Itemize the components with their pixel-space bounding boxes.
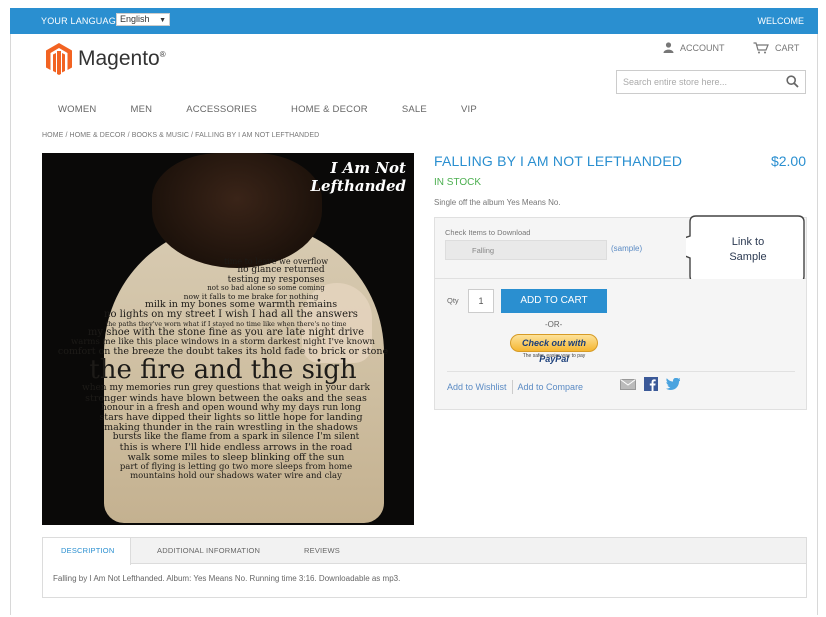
product-info-tabs: DESCRIPTION ADDITIONAL INFORMATION REVIE…	[42, 537, 807, 598]
tab-reviews[interactable]: REVIEWS	[304, 538, 340, 564]
nav-item-accessories[interactable]: ACCESSORIES	[186, 104, 257, 115]
chevron-down-icon: ▼	[159, 17, 166, 24]
add-to-cart-button[interactable]: ADD TO CART	[501, 289, 607, 313]
tab-bar: DESCRIPTION ADDITIONAL INFORMATION REVIE…	[43, 538, 806, 565]
search-icon[interactable]	[786, 75, 799, 88]
cart-label: CART	[775, 43, 800, 53]
lyric-line: the fire and the sigh	[89, 355, 357, 386]
account-link[interactable]: ACCOUNT	[663, 42, 725, 53]
description-text: Falling by I Am Not Lefthanded. Album: Y…	[53, 574, 401, 583]
facebook-icon[interactable]	[644, 377, 658, 391]
account-label: ACCOUNT	[680, 42, 725, 53]
add-to-compare-link[interactable]: Add to Compare	[518, 382, 584, 392]
nav-item-women[interactable]: WOMEN	[58, 104, 96, 115]
product-title: FALLING BY I AM NOT LEFTHANDED	[434, 153, 683, 169]
link-separator	[511, 380, 513, 394]
top-bar: YOUR LANGUAGE English ▼ WELCOME	[10, 8, 818, 34]
short-description: Single off the album Yes Means No.	[434, 198, 561, 207]
tab-additional-information[interactable]: ADDITIONAL INFORMATION	[157, 538, 260, 564]
search-input[interactable]: Search entire store here...	[616, 70, 806, 94]
breadcrumb[interactable]: HOME / HOME & DECOR / BOOKS & MUSIC / FA…	[42, 132, 319, 139]
language-select[interactable]: English ▼	[116, 13, 170, 26]
tab-reviews-label: REVIEWS	[304, 546, 340, 555]
qty-input[interactable]: 1	[468, 289, 494, 313]
email-icon[interactable]	[620, 378, 636, 390]
divider	[447, 371, 795, 372]
search-placeholder: Search entire store here...	[623, 77, 728, 87]
magento-logo-icon	[46, 43, 72, 75]
nav-item-vip[interactable]: VIP	[461, 104, 477, 115]
nav-item-men[interactable]: MEN	[130, 104, 152, 115]
download-item-label: Falling	[472, 246, 495, 255]
paypal-checkout-button[interactable]: Check out with PayPal	[510, 334, 598, 364]
cart-link[interactable]: CART	[753, 42, 799, 54]
registered-mark: ®	[159, 50, 166, 59]
tab-additional-information-label: ADDITIONAL INFORMATION	[157, 546, 261, 555]
sample-link[interactable]: (sample)	[611, 244, 642, 253]
product-price: $2.00	[770, 153, 806, 169]
tab-description-label: DESCRIPTION	[61, 546, 115, 555]
album-title-line2: Lefthanded	[310, 177, 406, 195]
cart-icon	[753, 42, 769, 54]
lyric-line: mountains hold our shadows water wire an…	[130, 470, 342, 481]
user-icon	[663, 42, 674, 53]
stock-status: IN STOCK	[434, 177, 482, 188]
add-to-wishlist-link[interactable]: Add to Wishlist	[447, 382, 507, 392]
qty-label: Qty	[447, 296, 459, 305]
product-image[interactable]: I Am Not Lefthanded time to leave we ove…	[42, 153, 414, 525]
nav-item-sale[interactable]: SALE	[402, 104, 427, 115]
tab-description[interactable]: DESCRIPTION	[43, 538, 131, 565]
welcome-text: WELCOME	[757, 16, 804, 26]
callout-line2: Sample	[729, 251, 767, 263]
product-actions: Add to Wishlist Add to Compare	[447, 380, 583, 394]
logo-text: Magento	[78, 47, 160, 70]
callout-text: Link to Sample	[698, 235, 798, 265]
social-share	[620, 377, 680, 391]
logo[interactable]: Magento®	[46, 42, 166, 76]
language-label: YOUR LANGUAGE	[41, 16, 123, 26]
album-figure-head	[152, 153, 322, 268]
callout-line1: Link to	[731, 236, 765, 248]
album-lyrics: time to leave we overflow no glance retu…	[58, 257, 406, 480]
language-value: English	[120, 14, 150, 24]
download-item-checkbox[interactable]: Falling	[445, 240, 607, 260]
nav-item-home-decor[interactable]: HOME & DECOR	[291, 104, 368, 115]
album-title-line1: I Am Not	[330, 159, 406, 177]
twitter-icon[interactable]	[666, 378, 680, 390]
paypal-subtext: The safer, easier way to pay	[522, 353, 586, 359]
or-separator: -OR-	[545, 320, 563, 329]
downloads-label: Check Items to Download	[445, 228, 531, 237]
main-nav: WOMEN MEN ACCESSORIES HOME & DECOR SALE …	[58, 104, 511, 115]
album-title: I Am Not Lefthanded	[310, 159, 406, 195]
